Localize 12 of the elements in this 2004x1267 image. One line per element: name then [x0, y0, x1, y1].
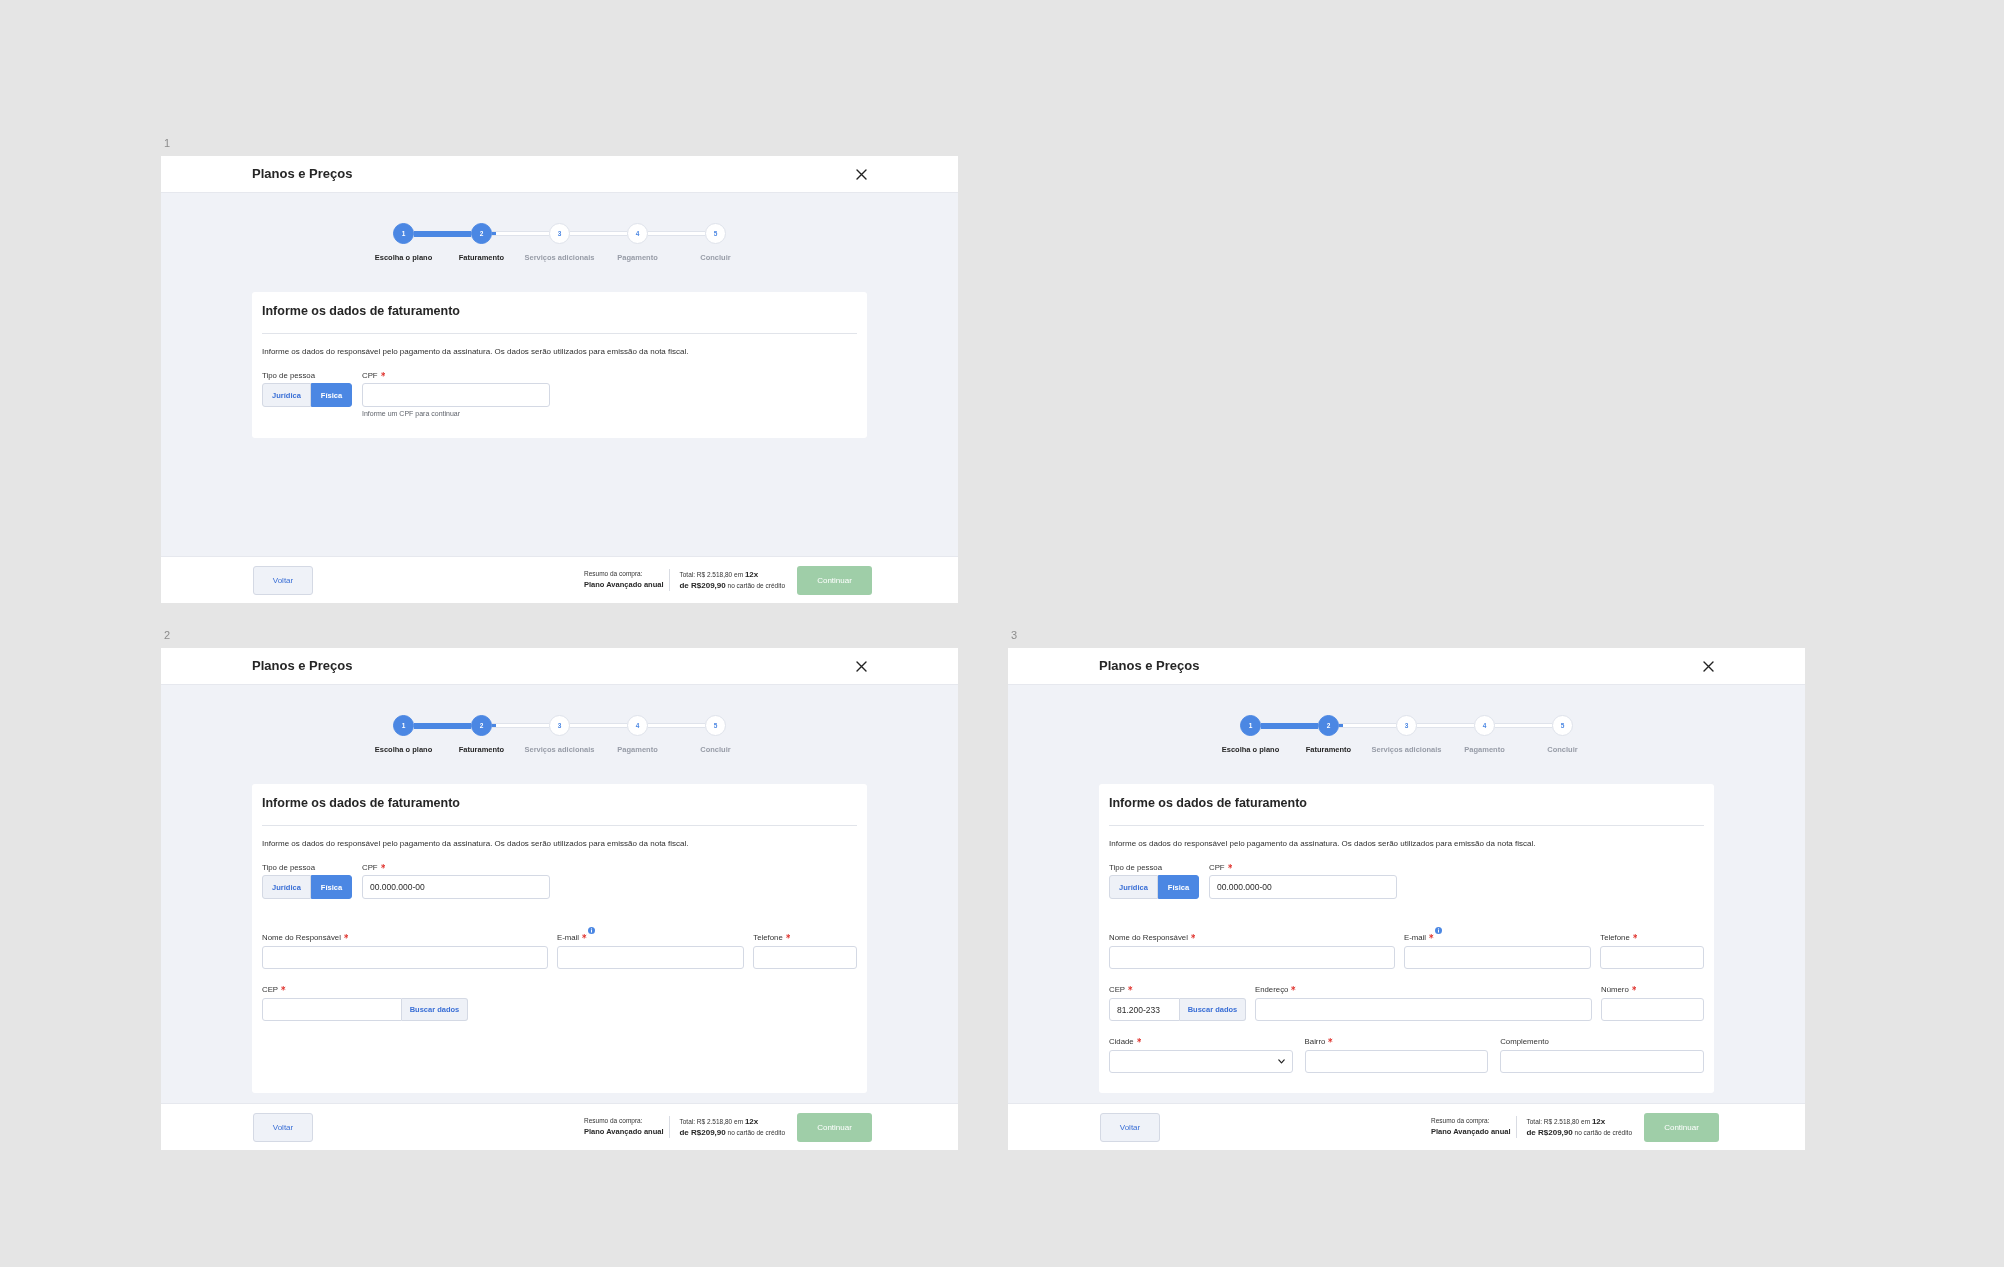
frame-number: 3 [1011, 628, 1018, 642]
frame-number: 1 [164, 136, 171, 150]
modal-title: Planos e Preços [1099, 658, 1200, 674]
frame-number: 2 [164, 628, 171, 642]
card-title: Informe os dados de faturamento [262, 304, 461, 319]
card-description: Informe os dados do responsável pelo pagamento da assinatura. Os dados serão utilizados para emissão da nota fiscal. [262, 839, 690, 849]
card-description: Informe os dados do responsável pelo pagamento da assinatura. Os dados serão utilizados para emissão da nota fiscal. [262, 347, 690, 357]
card-description: Informe os dados do responsável pelo pagamento da assinatura. Os dados serão utilizados para emissão da nota fiscal. [1109, 839, 1537, 849]
modal-title: Planos e Preços [252, 658, 353, 674]
card-title: Informe os dados de faturamento [1109, 796, 1308, 811]
card-title: Informe os dados de faturamento [262, 796, 461, 811]
modal-title: Planos e Preços [252, 166, 353, 182]
